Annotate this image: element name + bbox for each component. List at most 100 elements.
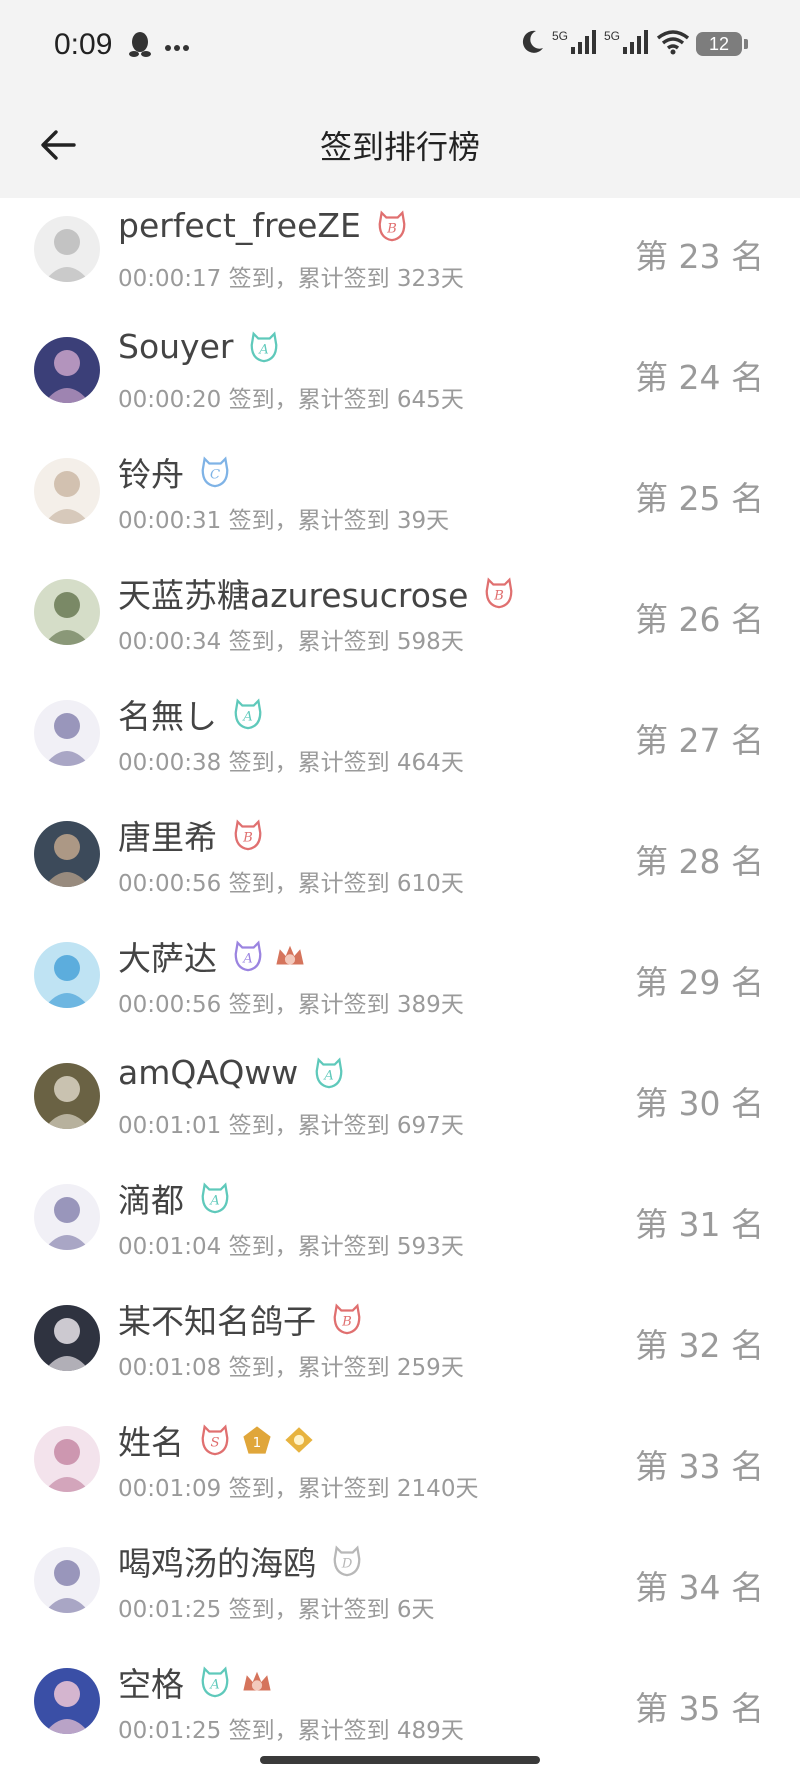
avatar[interactable] [34,1547,100,1613]
username: 姓名 S 1 [118,1416,316,1464]
rank-label: 第 26 名 [635,600,764,639]
level-badge-icon: A [231,697,265,731]
list-item[interactable]: 某不知名鸽子 B 00:01:08 签到，累计签到 259天 第 32 名 [0,1283,800,1404]
username-text: 大萨达 [118,939,217,978]
avatar[interactable] [34,1668,100,1734]
svg-text:A: A [209,1194,220,1209]
level-badge-icon: 1 [240,1423,274,1457]
status-bar: 0:09 5G 5G 12 [0,0,800,92]
list-item[interactable]: perfect_freeZE B 00:00:17 签到，累计签到 323天 第 23… [0,198,800,315]
username: amQAQww A [118,1053,346,1092]
badges: A [231,939,307,973]
svg-text:A: A [259,342,270,357]
username-text: 姓名 [118,1423,184,1462]
username: 大萨达 A [118,932,307,980]
list-item[interactable]: 天蓝苏糖azuresucrose B 00:00:34 签到，累计签到 598天 第 … [0,557,800,678]
list-item[interactable]: 唐里希 B 00:00:56 签到，累计签到 610天 第 28 名 [0,799,800,920]
avatar[interactable] [34,458,100,524]
avatar[interactable] [34,216,100,282]
checkin-meta: 00:00:34 签到，累计签到 598天 [118,629,464,655]
svg-text:A: A [242,952,253,967]
signal-bars-icon [570,29,598,59]
svg-text:D: D [341,1557,353,1572]
avatar[interactable] [34,700,100,766]
username: 天蓝苏糖azuresucrose B [118,569,516,617]
rank-label: 第 23 名 [635,237,764,276]
checkin-meta: 00:01:09 签到，累计签到 2140天 [118,1476,479,1502]
level-badge-icon: A [198,1181,232,1215]
avatar[interactable] [34,1063,100,1129]
checkin-meta: 00:00:38 签到，累计签到 464天 [118,750,464,776]
list-item[interactable]: Souyer A 00:00:20 签到，累计签到 645天 第 24 名 [0,315,800,436]
list-item[interactable]: 空格 A 00:01:25 签到，累计签到 489天 第 35 名 [0,1646,800,1742]
username-text: 名無し [118,697,217,736]
svg-text:A: A [324,1068,335,1083]
status-right: 5G 5G 12 [518,28,748,60]
badges: B [330,1302,364,1336]
level-badge-icon: A [312,1056,346,1090]
list-item[interactable]: 滴都 A 00:01:04 签到，累计签到 593天 第 31 名 [0,1162,800,1283]
level-badge-icon: D [330,1544,364,1578]
svg-text:B: B [341,1315,352,1330]
rank-label: 第 35 名 [635,1689,764,1728]
level-badge-icon: C [198,455,232,489]
checkin-meta: 00:01:25 签到，累计签到 489天 [118,1718,464,1742]
more-dots-icon [164,37,190,56]
username-text: 唐里希 [118,818,217,857]
battery-indicator: 12 [696,32,748,56]
avatar[interactable] [34,1305,100,1371]
level-badge-icon: A [198,1665,232,1699]
list-item[interactable]: 喝鸡汤的海鸥 D 00:01:25 签到，累计签到 6天 第 34 名 [0,1525,800,1646]
moon-icon [518,28,546,60]
level-badge-icon: B [231,818,265,852]
rank-label: 第 28 名 [635,842,764,881]
username-text: 铃舟 [118,455,184,494]
level-badge-icon [282,1423,316,1457]
rank-label: 第 31 名 [635,1205,764,1244]
list-item[interactable]: 姓名 S 1 00:01:09 签到，累计签到 2140天第 33 名 [0,1404,800,1525]
avatar[interactable] [34,1426,100,1492]
avatar[interactable] [34,1184,100,1250]
nav-bar: 签到排行榜 [0,92,800,198]
username-text: amQAQww [118,1053,299,1092]
svg-text:B: B [386,221,397,236]
level-badge-icon: B [482,576,516,610]
avatar[interactable] [34,942,100,1008]
username: 铃舟 C [118,448,232,496]
list-item[interactable]: 铃舟 C 00:00:31 签到，累计签到 39天 第 25 名 [0,436,800,557]
username-text: 空格 [118,1665,184,1704]
list-item[interactable]: amQAQww A 00:01:01 签到，累计签到 697天 第 30 名 [0,1041,800,1162]
status-time: 0:09 [54,28,113,61]
checkin-meta: 00:00:17 签到，累计签到 323天 [118,266,464,292]
svg-text:B: B [494,589,505,604]
home-indicator[interactable] [260,1756,540,1764]
checkin-meta: 00:01:08 签到，累计签到 259天 [118,1355,464,1381]
svg-text:S: S [210,1436,219,1451]
level-badge-icon [240,1665,274,1699]
list-item[interactable]: 名無し A 00:00:38 签到，累计签到 464天 第 27 名 [0,678,800,799]
avatar[interactable] [34,821,100,887]
svg-text:C: C [210,468,220,483]
username-text: 天蓝苏糖azuresucrose [118,576,469,615]
badges: B [231,818,265,852]
username-text: 某不知名鸽子 [118,1302,316,1341]
badges: A [231,697,265,731]
avatar[interactable] [34,579,100,645]
level-badge-icon: A [247,330,281,364]
username-text: Souyer [118,327,234,366]
checkin-meta: 00:00:31 签到，累计签到 39天 [118,508,450,534]
checkin-meta: 00:01:04 签到，累计签到 593天 [118,1234,464,1260]
signal2-label: 5G [603,29,620,43]
username: 某不知名鸽子 B [118,1295,364,1343]
badges: B [375,209,409,243]
badges: B [482,576,516,610]
list-item[interactable]: 大萨达 A 00:00:56 签到，累计签到 389天 第 29 名 [0,920,800,1041]
checkin-meta: 00:00:56 签到，累计签到 610天 [118,871,464,897]
status-left-icons [128,30,190,62]
page-title: 签到排行榜 [319,128,480,166]
avatar[interactable] [34,337,100,403]
ranking-list[interactable]: perfect_freeZE B 00:00:17 签到，累计签到 323天 第 23… [0,198,800,1742]
badges: A [247,330,281,364]
checkin-meta: 00:00:20 签到，累计签到 645天 [118,387,464,413]
checkin-meta: 00:01:01 签到，累计签到 697天 [118,1113,464,1139]
